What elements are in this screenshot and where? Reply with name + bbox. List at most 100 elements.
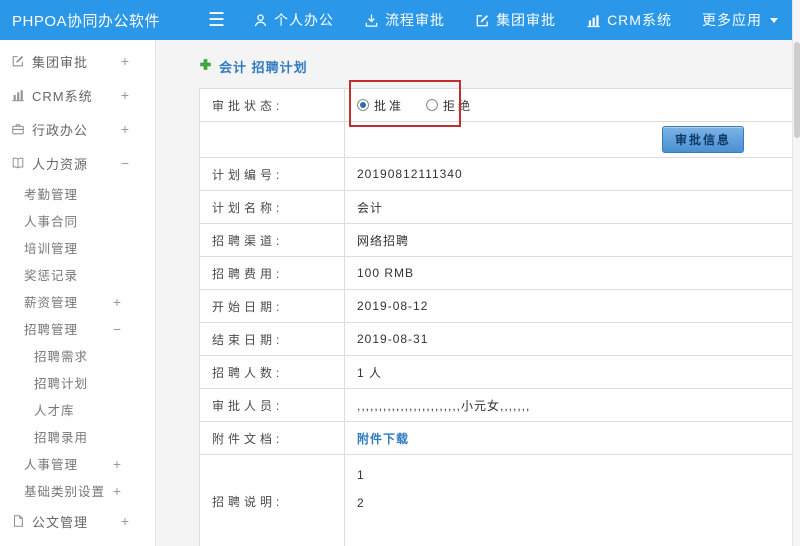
field-value: 1 人 bbox=[357, 365, 383, 380]
row-description: 招聘说明: 1 2 bbox=[200, 455, 796, 546]
field-label: 计划编号: bbox=[200, 158, 345, 190]
field-value: 网络招聘 bbox=[357, 233, 410, 248]
row-recruit-fee: 招聘费用: 100 RMB bbox=[200, 257, 796, 290]
sidebar-item-vehicle[interactable]: 用车管理 + bbox=[0, 538, 155, 546]
sidebar-item-recruit-hire[interactable]: 招聘录用 bbox=[0, 423, 155, 450]
collapse-icon[interactable]: − bbox=[121, 156, 129, 170]
field-label: 招聘说明: bbox=[200, 455, 345, 546]
field-value: ,,,,,,,,,,,,,,,,,,,,,,,,小元女,,,,,,, bbox=[357, 398, 531, 413]
top-navigation: 个人办公 流程审批 集团审批 CRM系统 更多应用 bbox=[253, 10, 800, 30]
sidebar-item-training[interactable]: 培训管理 bbox=[0, 234, 155, 261]
vertical-scrollbar bbox=[792, 0, 800, 546]
nav-group-approval[interactable]: 集团审批 bbox=[475, 10, 556, 30]
field-label: 结束日期: bbox=[200, 323, 345, 355]
expand-icon[interactable]: + bbox=[113, 484, 121, 498]
breadcrumb: 会计 招聘计划 bbox=[199, 57, 800, 75]
radio-label: 批准 bbox=[374, 98, 405, 113]
topbar: PHPOA协同办公软件 ☰ 个人办公 流程审批 集团审批 CRM系统 更多应用 bbox=[0, 0, 800, 40]
nav-label: 集团审批 bbox=[496, 12, 557, 28]
nav-label: CRM系统 bbox=[607, 12, 672, 28]
edit-square-icon bbox=[475, 13, 490, 28]
collapse-icon[interactable]: − bbox=[113, 322, 121, 336]
row-attachment: 附件文档: 附件下载 bbox=[200, 422, 796, 455]
field-label-empty bbox=[200, 122, 345, 157]
approval-status-radios: 批准 拒绝 bbox=[345, 89, 796, 121]
radio-label: 拒绝 bbox=[443, 98, 474, 113]
sidebar-item-crm[interactable]: CRM系统 + bbox=[0, 78, 155, 112]
expand-icon[interactable]: + bbox=[121, 122, 129, 136]
expand-icon[interactable]: + bbox=[113, 457, 121, 471]
sidebar-item-attendance[interactable]: 考勤管理 bbox=[0, 180, 155, 207]
row-approval-status: 审批状态: 批准 拒绝 bbox=[200, 89, 796, 122]
nav-personal-office[interactable]: 个人办公 bbox=[253, 10, 334, 30]
field-value: 100 RMB bbox=[357, 266, 415, 280]
nav-process-approval[interactable]: 流程审批 bbox=[364, 10, 445, 30]
field-label: 计划名称: bbox=[200, 191, 345, 223]
sidebar-item-base-category[interactable]: 基础类别设置 + bbox=[0, 477, 155, 504]
row-approvers: 审批人员: ,,,,,,,,,,,,,,,,,,,,,,,,小元女,,,,,,, bbox=[200, 389, 796, 422]
row-headcount: 招聘人数: 1 人 bbox=[200, 356, 796, 389]
menu-icon[interactable]: ☰ bbox=[208, 11, 225, 30]
field-value: 附件下载 bbox=[345, 422, 796, 454]
caret-down-icon bbox=[769, 17, 778, 23]
main-content: 会计 招聘计划 审批状态: 批准 拒绝 审批信息 计划编号: 201908121… bbox=[156, 40, 800, 546]
sidebar-item-personnel-mgmt[interactable]: 人事管理 + bbox=[0, 450, 155, 477]
field-value: 1 2 bbox=[357, 468, 365, 510]
row-start-date: 开始日期: 2019-08-12 bbox=[200, 290, 796, 323]
row-plan-name: 计划名称: 会计 bbox=[200, 191, 796, 224]
field-label: 审批人员: bbox=[200, 389, 345, 421]
recruit-plan-detail-table: 审批状态: 批准 拒绝 审批信息 计划编号: 20190812111340 计划… bbox=[199, 88, 797, 546]
scrollbar-thumb[interactable] bbox=[794, 42, 800, 138]
sidebar: 集团审批 + CRM系统 + 行政办公 + 人力资源 − 考勤管理 人事合同 培… bbox=[0, 40, 156, 546]
radio-approve[interactable]: 批准 bbox=[357, 97, 404, 114]
sidebar-item-recruit-plan[interactable]: 招聘计划 bbox=[0, 369, 155, 396]
nav-label: 更多应用 bbox=[701, 12, 762, 28]
nav-label: 流程审批 bbox=[385, 12, 446, 28]
person-icon bbox=[253, 13, 268, 28]
sidebar-item-recruit-mgmt[interactable]: 招聘管理 − bbox=[0, 315, 155, 342]
page-title: 会计 招聘计划 bbox=[219, 59, 308, 75]
bar-chart-icon bbox=[10, 87, 26, 103]
sidebar-item-recruit-demand[interactable]: 招聘需求 bbox=[0, 342, 155, 369]
radio-button-icon[interactable] bbox=[426, 99, 439, 111]
approval-action-cell: 审批信息 bbox=[345, 122, 796, 157]
expand-icon[interactable]: + bbox=[113, 295, 121, 309]
document-icon bbox=[10, 513, 26, 529]
briefcase-icon bbox=[10, 121, 26, 137]
book-icon bbox=[10, 155, 26, 171]
sidebar-item-talent-pool[interactable]: 人才库 bbox=[0, 396, 155, 423]
radio-reject[interactable]: 拒绝 bbox=[426, 97, 473, 114]
approval-info-button[interactable]: 审批信息 bbox=[661, 126, 744, 153]
nav-label: 个人办公 bbox=[274, 12, 335, 28]
field-value: 2019-08-12 bbox=[357, 299, 429, 313]
sidebar-item-documents[interactable]: 公文管理 + bbox=[0, 504, 155, 538]
sidebar-item-group-approval[interactable]: 集团审批 + bbox=[0, 44, 155, 78]
field-value: 20190812111340 bbox=[357, 167, 463, 181]
sidebar-item-salary[interactable]: 薪资管理 + bbox=[0, 288, 155, 315]
nav-more-apps[interactable]: 更多应用 bbox=[702, 10, 778, 30]
field-label: 审批状态: bbox=[200, 89, 345, 121]
sidebar-item-personnel-contract[interactable]: 人事合同 bbox=[0, 207, 155, 234]
attachment-download-link[interactable]: 附件下载 bbox=[357, 430, 409, 447]
sidebar-item-rewards[interactable]: 奖惩记录 bbox=[0, 261, 155, 288]
sidebar-item-hr[interactable]: 人力资源 − bbox=[0, 146, 155, 180]
expand-icon[interactable]: + bbox=[121, 514, 129, 528]
nav-crm-system[interactable]: CRM系统 bbox=[586, 10, 672, 30]
edit-square-icon bbox=[10, 53, 26, 69]
row-recruit-channel: 招聘渠道: 网络招聘 bbox=[200, 224, 796, 257]
bar-chart-icon bbox=[586, 13, 601, 28]
expand-icon[interactable]: + bbox=[121, 88, 129, 102]
field-label: 招聘费用: bbox=[200, 257, 345, 289]
row-approval-action: 审批信息 bbox=[200, 122, 796, 158]
field-label: 开始日期: bbox=[200, 290, 345, 322]
field-value: 2019-08-31 bbox=[357, 332, 429, 346]
row-end-date: 结束日期: 2019-08-31 bbox=[200, 323, 796, 356]
field-label: 招聘渠道: bbox=[200, 224, 345, 256]
field-label: 招聘人数: bbox=[200, 356, 345, 388]
field-label: 附件文档: bbox=[200, 422, 345, 454]
row-plan-number: 计划编号: 20190812111340 bbox=[200, 158, 796, 191]
app-title: PHPOA协同办公软件 bbox=[12, 12, 161, 30]
sidebar-item-admin-office[interactable]: 行政办公 + bbox=[0, 112, 155, 146]
expand-icon[interactable]: + bbox=[121, 54, 129, 68]
radio-button-icon[interactable] bbox=[357, 99, 369, 111]
